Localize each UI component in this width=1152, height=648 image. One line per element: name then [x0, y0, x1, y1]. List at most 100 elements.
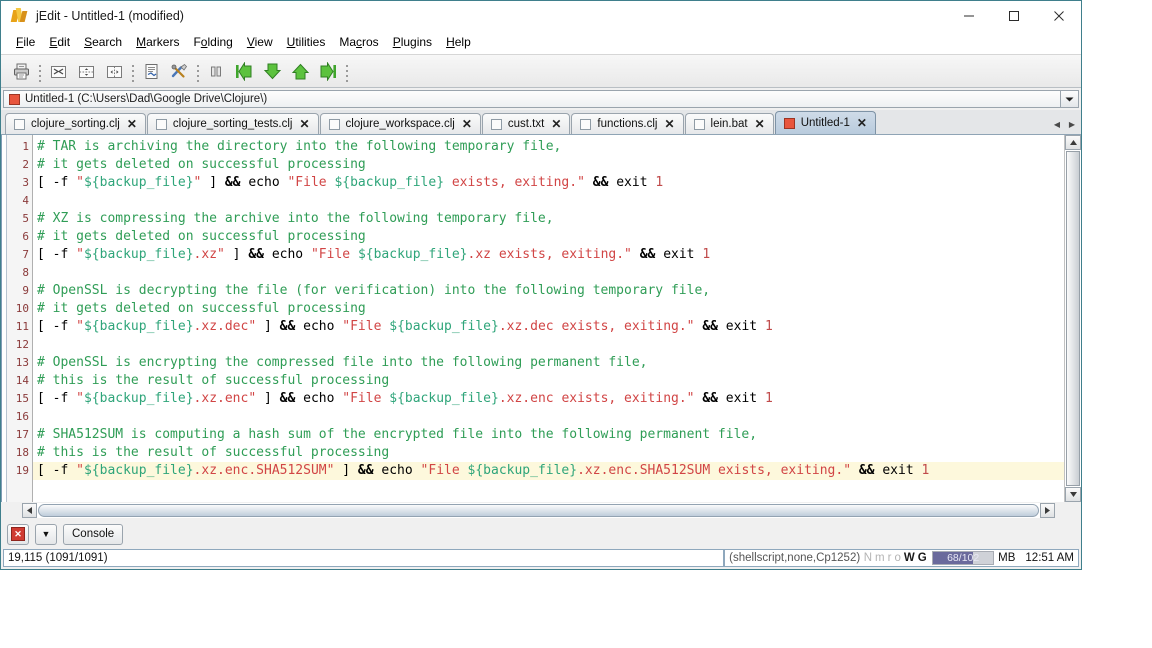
dockable-menu-button[interactable]: ▼	[35, 523, 57, 545]
toggle-line-separator[interactable]: N	[862, 552, 873, 564]
code-token: &&	[279, 391, 296, 406]
tab-close-icon[interactable]: ✕	[551, 118, 561, 130]
tab-clojure-sorting-clj[interactable]: clojure_sorting.clj ✕	[5, 113, 146, 134]
minimize-button[interactable]	[946, 1, 991, 31]
code-line[interactable]: # this is the result of successful proce…	[33, 444, 1064, 462]
tab-close-icon[interactable]: ✕	[127, 118, 137, 130]
horizontal-scroll-track[interactable]	[37, 503, 1040, 518]
tab-close-icon[interactable]: ✕	[857, 117, 867, 129]
menu-view[interactable]: View	[240, 33, 280, 51]
code-token: # TAR is archiving the directory into th…	[37, 139, 562, 154]
code-line[interactable]	[33, 192, 1064, 210]
scroll-down-icon[interactable]	[1065, 487, 1081, 502]
tab-clojure-workspace-clj[interactable]: clojure_workspace.clj ✕	[319, 113, 481, 134]
pause-columns-icon[interactable]	[202, 58, 230, 84]
tab-scroll-left-icon[interactable]: ◀	[1050, 116, 1064, 132]
code-token: exit	[608, 175, 656, 190]
buffer-mode-encoding: (shellscript,none,Cp1252)	[729, 552, 861, 564]
code-line[interactable]	[33, 264, 1064, 282]
tab-lein-bat[interactable]: lein.bat ✕	[684, 113, 774, 134]
vertical-scroll-thumb[interactable]	[1066, 151, 1080, 486]
buffer-selector[interactable]: Untitled-1 (C:\Users\Dad\Google Drive\Cl…	[3, 90, 1061, 108]
code-line[interactable]: [ -f "${backup_file}.xz.dec" ] && echo "…	[33, 318, 1064, 336]
close-button[interactable]	[1036, 1, 1081, 31]
toggle-multi-select[interactable]: m	[874, 552, 887, 564]
toggle-overwrite[interactable]: o	[893, 552, 902, 564]
vertical-scroll-track[interactable]	[1065, 150, 1081, 487]
menu-help[interactable]: Help	[439, 33, 478, 51]
code-line[interactable]: # this is the result of successful proce…	[33, 372, 1064, 390]
print-icon[interactable]	[7, 58, 35, 84]
text-area[interactable]: 1 2 3 4 5 6 7 8 9 10 11 12 13 14 15 16 17 18 19 # TAR is a…	[1, 135, 1081, 502]
horizontal-scrollbar[interactable]	[1, 502, 1081, 519]
menu-file[interactable]: File	[9, 33, 42, 51]
scroll-left-icon[interactable]	[22, 503, 37, 518]
code-token: 1	[702, 247, 711, 262]
tab-cust-txt[interactable]: cust.txt ✕	[481, 113, 571, 134]
code-line[interactable]: # OpenSSL is encrypting the compressed f…	[33, 354, 1064, 372]
code-line[interactable]: # SHA512SUM is computing a hash sum of t…	[33, 426, 1064, 444]
split-vertical-icon[interactable]	[100, 58, 128, 84]
global-options-icon[interactable]	[165, 58, 193, 84]
code-line[interactable]: # it gets deleted on successful processi…	[33, 228, 1064, 246]
code-line[interactable]: # OpenSSL is decrypting the file (for ve…	[33, 282, 1064, 300]
maximize-button[interactable]	[991, 1, 1036, 31]
code-content[interactable]: # TAR is archiving the directory into th…	[33, 135, 1064, 502]
tab-clojure-sorting-tests-clj[interactable]: clojure_sorting_tests.clj ✕	[146, 113, 319, 134]
code-token: ${backup_file}	[83, 319, 194, 334]
toggle-fold-mode[interactable]: G	[916, 552, 928, 564]
tab-scroll-right-icon[interactable]: ▶	[1065, 116, 1079, 132]
go-to-first-marker-icon[interactable]	[230, 58, 258, 84]
line-number-gutter[interactable]: 1 2 3 4 5 6 7 8 9 10 11 12 13 14 15 16 17 18 19	[7, 135, 33, 502]
code-token: 1	[921, 463, 930, 478]
menu-macros[interactable]: Macros	[332, 33, 385, 51]
go-to-last-marker-icon[interactable]	[314, 58, 342, 84]
horizontal-scroll-thumb[interactable]	[38, 504, 1039, 517]
memory-usage-bar[interactable]: 68/102	[932, 551, 995, 565]
code-line[interactable]: # TAR is archiving the directory into th…	[33, 138, 1064, 156]
code-line[interactable]: # XZ is compressing the archive into the…	[33, 210, 1064, 228]
code-line[interactable]	[33, 408, 1064, 426]
code-line[interactable]: [ -f "${backup_file}.xz.enc.SHA512SUM" ]…	[33, 462, 1064, 480]
line-number: 15	[15, 392, 29, 405]
code-line[interactable]: [ -f "${backup_file}.xz" ] && echo "File…	[33, 246, 1064, 264]
go-to-previous-marker-up-icon[interactable]	[286, 58, 314, 84]
buffer-modified-square-icon	[783, 117, 795, 129]
code-line[interactable]: # it gets deleted on successful processi…	[33, 156, 1064, 174]
code-line[interactable]	[33, 336, 1064, 354]
console-dockable-button[interactable]: Console	[63, 523, 124, 545]
tab-close-icon[interactable]: ✕	[664, 118, 674, 130]
scroll-up-icon[interactable]	[1065, 135, 1081, 150]
line-number: 2	[22, 158, 29, 171]
scroll-right-icon[interactable]	[1040, 503, 1055, 518]
line-number: 5	[22, 212, 29, 225]
menu-plugins[interactable]: Plugins	[386, 33, 439, 51]
line-number: 11	[15, 320, 29, 333]
go-to-next-marker-down-icon[interactable]	[258, 58, 286, 84]
code-line[interactable]: [ -f "${backup_file}" ] && echo "File ${…	[33, 174, 1064, 192]
line-number: 12	[15, 338, 29, 351]
code-line[interactable]: [ -f "${backup_file}.xz.enc" ] && echo "…	[33, 390, 1064, 408]
code-token: "File	[342, 391, 390, 406]
tab-functions-clj[interactable]: functions.clj ✕	[571, 113, 684, 134]
code-token: exit	[874, 463, 922, 478]
close-dockable-button[interactable]: ✕	[7, 523, 29, 545]
tab-close-icon[interactable]: ✕	[462, 118, 472, 130]
tab-close-icon[interactable]: ✕	[755, 118, 765, 130]
tab-untitled-1[interactable]: Untitled-1 ✕	[774, 111, 876, 134]
unsplit-icon[interactable]	[44, 58, 72, 84]
split-horizontal-icon[interactable]	[72, 58, 100, 84]
menu-folding[interactable]: Folding	[186, 33, 239, 51]
toggle-word-wrap[interactable]: W	[902, 552, 916, 564]
toggle-rect-select[interactable]: r	[886, 552, 893, 564]
vertical-scrollbar[interactable]	[1064, 135, 1081, 502]
document-properties-icon[interactable]	[137, 58, 165, 84]
menu-edit[interactable]: Edit	[42, 33, 77, 51]
code-token: ${backup_file}	[334, 175, 445, 190]
tab-close-icon[interactable]: ✕	[299, 118, 309, 130]
menu-markers[interactable]: Markers	[129, 33, 186, 51]
chevron-down-icon[interactable]	[1061, 90, 1079, 108]
code-line[interactable]: # it gets deleted on successful processi…	[33, 300, 1064, 318]
menu-search[interactable]: Search	[77, 33, 129, 51]
menu-utilities[interactable]: Utilities	[280, 33, 333, 51]
